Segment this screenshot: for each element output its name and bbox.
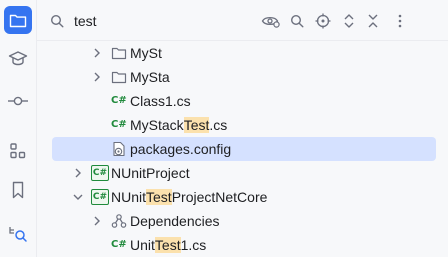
expand-all-button[interactable] <box>339 11 359 31</box>
tree-row-label: packages.config <box>130 141 232 157</box>
find-tool-button[interactable] <box>4 220 32 248</box>
chevron-right-icon[interactable] <box>91 71 103 83</box>
tree-row-label: MyStackTest.cs <box>130 117 228 133</box>
structure-icon <box>10 143 26 159</box>
search-input[interactable] <box>74 10 154 32</box>
csharp-file-icon: C# <box>111 95 127 106</box>
commit-icon <box>8 96 28 106</box>
dependencies-icon <box>111 214 127 228</box>
tree-row-label: Dependencies <box>130 213 220 229</box>
csharp-project-icon: C# <box>91 165 109 181</box>
search-match-highlight: Test <box>183 117 210 133</box>
search-icon <box>50 14 64 28</box>
locate-button[interactable] <box>313 11 333 31</box>
tree-row-packages-config[interactable]: packages.config <box>52 137 436 161</box>
tree-row-label: MySta <box>130 69 170 85</box>
bookmarks-tool-button[interactable] <box>4 176 32 204</box>
chevron-right-icon[interactable] <box>91 47 103 59</box>
structure-tool-button[interactable] <box>4 137 32 165</box>
folder-icon <box>111 71 127 84</box>
expand-all-icon <box>344 14 354 28</box>
tree-row-myst[interactable]: MySt <box>37 41 448 65</box>
project-tool-button[interactable] <box>4 6 32 34</box>
tree-row-label: Class1.cs <box>130 93 191 109</box>
folder-icon <box>111 47 127 60</box>
tree-row-mystacktest-cs[interactable]: C# MyStackTest.cs <box>37 113 448 137</box>
search-match-highlight: Test <box>146 189 172 205</box>
bookmark-icon <box>12 181 24 199</box>
tree-row-label: UnitTest1.cs <box>130 237 207 253</box>
csharp-file-icon: C# <box>111 119 127 130</box>
tree-row-dependencies[interactable]: Dependencies <box>37 209 448 233</box>
tree-row-label: MySt <box>130 45 162 61</box>
tree-row-nunittestprojectnetcore[interactable]: C# NUnitTestProjectNetCore <box>37 185 448 209</box>
project-tool-window: MySt MySta C# Class1.cs C# MyStackTest.c… <box>37 0 448 257</box>
chevron-down-icon[interactable] <box>72 191 84 203</box>
tree-row-label: NUnitTestProjectNetCore <box>111 189 268 205</box>
tree-row-class1-cs[interactable]: C# Class1.cs <box>37 89 448 113</box>
find-button[interactable] <box>287 11 307 31</box>
learn-tool-button[interactable] <box>4 44 32 72</box>
csharp-project-icon: C# <box>91 189 109 205</box>
more-icon <box>398 14 402 28</box>
tool-window-sidebar <box>0 0 37 257</box>
search-bar <box>37 0 448 41</box>
find-in-tree-icon <box>9 227 27 242</box>
csharp-file-icon: C# <box>111 239 127 250</box>
tree-row-label: NUnitProject <box>111 165 190 181</box>
more-options-button[interactable] <box>390 11 410 31</box>
locate-icon <box>315 13 331 29</box>
folder-icon <box>9 14 27 28</box>
eye-settings-icon <box>261 16 280 28</box>
chevron-right-icon[interactable] <box>91 215 103 227</box>
collapse-all-icon <box>368 14 378 28</box>
search-icon <box>290 14 304 28</box>
graduation-cap-icon <box>8 51 28 66</box>
search-match-highlight: Test <box>154 237 181 253</box>
commit-tool-button[interactable] <box>4 87 32 115</box>
view-options-button[interactable] <box>261 11 281 31</box>
tree-row-mysta[interactable]: MySta <box>37 65 448 89</box>
tree-row-unittest1-cs[interactable]: C# UnitTest1.cs <box>37 233 448 257</box>
chevron-right-icon[interactable] <box>72 167 84 179</box>
collapse-all-button[interactable] <box>363 11 383 31</box>
tree-row-nunitproject[interactable]: C# NUnitProject <box>37 161 448 185</box>
config-file-icon <box>113 141 125 157</box>
